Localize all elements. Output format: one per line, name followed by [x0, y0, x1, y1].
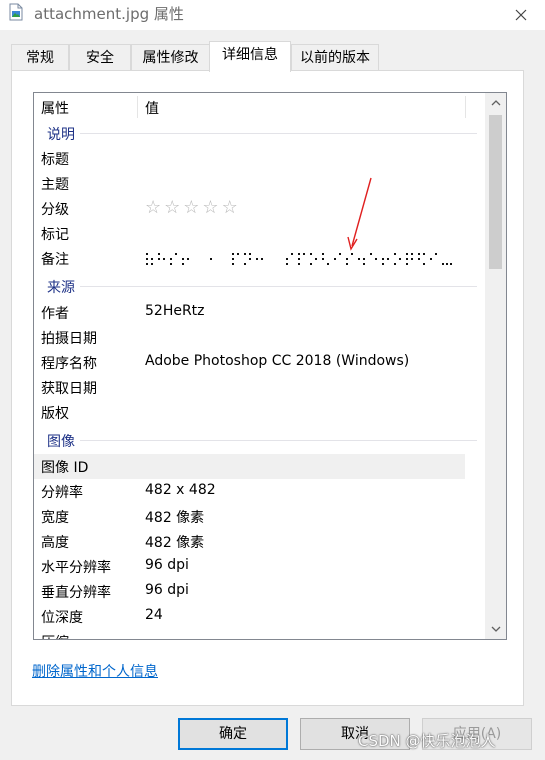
- group-image: 图像: [47, 434, 75, 450]
- row-value: Adobe Photoshop CC 2018 (Windows): [145, 353, 410, 369]
- tab-details[interactable]: 详细信息: [209, 41, 291, 72]
- row-value: 52HeRtz: [145, 303, 205, 319]
- row-horizontal-resolution[interactable]: 水平分辨率 96 dpi: [34, 554, 485, 579]
- details-panel: 属性 值 说明 标题 主题 分级 ☆☆☆☆☆ 标记 备注 来源 作者 52HeR…: [11, 70, 524, 706]
- column-divider[interactable]: [465, 96, 466, 118]
- title-bar: attachment.jpg 属性: [0, 0, 545, 30]
- group-origin: 来源: [47, 280, 75, 296]
- row-name: 位深度: [41, 610, 83, 626]
- star-icon[interactable]: ☆: [222, 197, 241, 218]
- row-rating[interactable]: 分级 ☆☆☆☆☆: [34, 196, 485, 221]
- star-icon[interactable]: ☆: [145, 197, 164, 218]
- row-copyright[interactable]: 版权: [34, 400, 485, 425]
- group-divider: [80, 440, 477, 441]
- braille-comment-value: [146, 253, 452, 265]
- row-compression[interactable]: 压缩: [34, 629, 485, 639]
- row-value: 482 像素: [145, 510, 205, 526]
- row-name: 图像 ID: [41, 460, 89, 476]
- star-icon[interactable]: ☆: [183, 197, 202, 218]
- row-image-id[interactable]: 图像 ID: [34, 454, 465, 479]
- chevron-up-icon: [491, 100, 500, 106]
- close-icon: [515, 9, 527, 21]
- row-name: 作者: [41, 306, 69, 322]
- row-tags[interactable]: 标记: [34, 221, 485, 246]
- column-divider[interactable]: [137, 96, 138, 118]
- row-name: 标记: [41, 227, 69, 243]
- column-value[interactable]: 值: [145, 98, 159, 118]
- row-title[interactable]: 标题: [34, 146, 485, 171]
- row-comments[interactable]: 备注: [34, 246, 485, 271]
- row-width[interactable]: 宽度 482 像素: [34, 504, 485, 529]
- close-button[interactable]: [498, 0, 544, 30]
- row-name: 分辨率: [41, 485, 83, 501]
- watermark: CSDN @快乐泡泡人: [358, 732, 496, 750]
- tab-bar: 常规 安全 属性修改 详细信息 以前的版本: [11, 41, 535, 72]
- tab-attribute-edit[interactable]: 属性修改: [131, 44, 210, 71]
- row-value: 482 像素: [145, 535, 205, 551]
- star-icon[interactable]: ☆: [164, 197, 183, 218]
- scroll-up-button[interactable]: [485, 93, 506, 113]
- row-subject[interactable]: 主题: [34, 171, 485, 196]
- ok-button[interactable]: 确定: [178, 718, 288, 750]
- group-description: 说明: [47, 127, 75, 143]
- row-author[interactable]: 作者 52HeRtz: [34, 300, 485, 325]
- row-name: 标题: [41, 152, 69, 168]
- row-program-name[interactable]: 程序名称 Adobe Photoshop CC 2018 (Windows): [34, 350, 485, 375]
- annotation-arrow-icon: [347, 177, 372, 251]
- row-name: 高度: [41, 535, 69, 551]
- row-date-taken[interactable]: 拍摄日期: [34, 325, 485, 350]
- image-file-icon: [9, 3, 23, 21]
- row-height[interactable]: 高度 482 像素: [34, 529, 485, 554]
- row-value: 482 x 482: [145, 482, 216, 498]
- property-rows: 属性 值 说明 标题 主题 分级 ☆☆☆☆☆ 标记 备注 来源 作者 52HeR…: [34, 93, 485, 639]
- row-name: 宽度: [41, 510, 69, 526]
- group-divider: [80, 133, 477, 134]
- row-name: 程序名称: [41, 356, 97, 372]
- scroll-down-button[interactable]: [485, 619, 506, 639]
- chevron-down-icon: [491, 626, 500, 632]
- row-name: 备注: [41, 252, 69, 268]
- row-name: 拍摄日期: [41, 331, 97, 347]
- window-title: attachment.jpg 属性: [34, 5, 184, 23]
- row-vertical-resolution[interactable]: 垂直分辨率 96 dpi: [34, 579, 485, 604]
- vertical-scrollbar[interactable]: [485, 93, 506, 639]
- row-name: 获取日期: [41, 381, 97, 397]
- scroll-thumb[interactable]: [489, 115, 502, 269]
- remove-properties-link[interactable]: 删除属性和个人信息: [32, 661, 158, 681]
- row-name: 主题: [41, 177, 69, 193]
- column-property[interactable]: 属性: [41, 98, 69, 118]
- row-name: 水平分辨率: [41, 560, 111, 576]
- tab-general[interactable]: 常规: [11, 44, 69, 71]
- row-name: 版权: [41, 406, 69, 422]
- group-divider: [80, 286, 477, 287]
- star-icon[interactable]: ☆: [202, 197, 221, 218]
- row-value: 96 dpi: [145, 582, 189, 598]
- row-name: 压缩: [41, 632, 69, 639]
- row-bit-depth[interactable]: 位深度 24: [34, 604, 485, 629]
- tab-previous-versions[interactable]: 以前的版本: [291, 44, 379, 71]
- row-value: 24: [145, 607, 163, 623]
- row-name: 垂直分辨率: [41, 585, 111, 601]
- property-list[interactable]: 属性 值 说明 标题 主题 分级 ☆☆☆☆☆ 标记 备注 来源 作者 52HeR…: [33, 92, 507, 640]
- tab-security[interactable]: 安全: [69, 44, 131, 71]
- column-header: 属性 值: [34, 93, 485, 121]
- row-dimensions[interactable]: 分辨率 482 x 482: [34, 479, 485, 504]
- row-date-acquired[interactable]: 获取日期: [34, 375, 485, 400]
- row-value: 96 dpi: [145, 557, 189, 573]
- row-name: 分级: [41, 202, 69, 218]
- rating-stars[interactable]: ☆☆☆☆☆: [145, 197, 241, 218]
